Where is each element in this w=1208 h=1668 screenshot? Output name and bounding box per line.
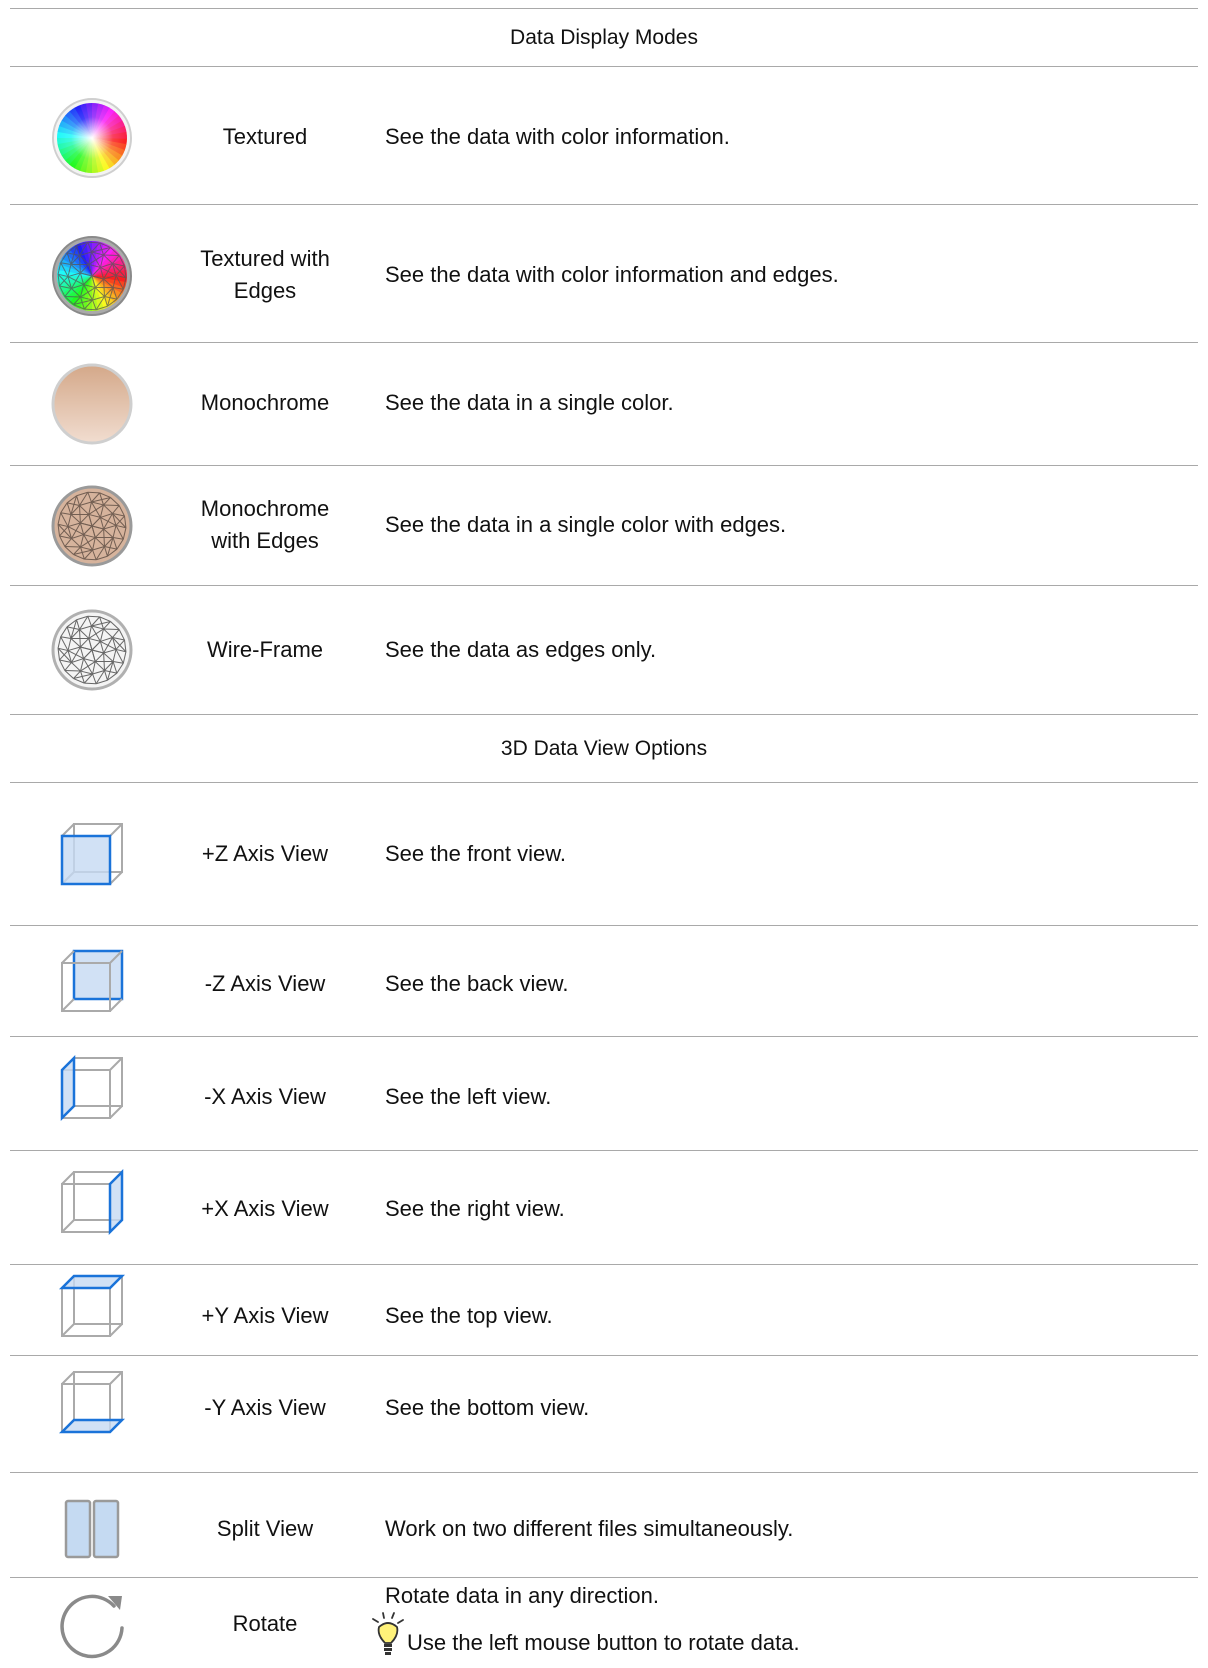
mode-description: See the data with color information and … [385,262,839,287]
cube-plus-x-icon[interactable] [50,1166,134,1250]
view-description: See the bottom view. [385,1395,590,1420]
divider [10,1577,1198,1578]
mode-name: Wire-Frame [206,637,324,662]
view-name: +Y Axis View [201,1303,329,1328]
view-name: -Y Axis View [204,1395,326,1420]
lightbulb-icon [372,1612,404,1655]
mode-description: See the data in a single color with edge… [385,512,787,537]
divider [10,1150,1198,1151]
wireframe-sphere-icon[interactable] [50,608,134,692]
divider [10,1472,1198,1473]
cube-minus-y-icon[interactable] [50,1366,134,1450]
mode-description: See the data in a single color. [385,390,674,415]
divider [10,1355,1198,1356]
view-name: -Z Axis View [204,971,326,996]
view-description: See the front view. [385,841,566,866]
divider [10,1036,1198,1037]
cube-minus-x-icon[interactable] [50,1052,134,1136]
view-name: +X Axis View [201,1196,329,1221]
section-header-display-modes: Data Display Modes [510,26,698,49]
view-description: See the top view. [385,1303,553,1328]
cube-minus-z-icon[interactable] [50,945,134,1029]
view-description: See the left view. [385,1084,552,1109]
view-description: Work on two different files simultaneous… [385,1516,794,1541]
rotate-icon[interactable] [50,1584,134,1668]
divider [10,782,1198,783]
color-wheel-icon[interactable] [50,96,134,180]
cube-plus-z-icon[interactable] [50,818,134,902]
view-name: -X Axis View [204,1084,326,1109]
view-name: Rotate [232,1611,298,1636]
cube-plus-y-icon[interactable] [50,1270,134,1354]
divider [10,714,1198,715]
view-name: +Z Axis View [201,841,329,866]
view-description: See the right view. [385,1196,565,1221]
view-description: Rotate data in any direction. [385,1583,659,1608]
mode-name: Textured with Edges [200,246,330,303]
split-view-icon[interactable] [50,1487,134,1571]
mode-name: Monochrome [200,390,330,415]
monochrome-edges-sphere-icon[interactable] [50,484,134,568]
divider [10,585,1198,586]
divider [10,465,1198,466]
divider [10,8,1198,9]
textured-edges-sphere-icon[interactable] [50,234,134,318]
section-header-view-options: 3D Data View Options [500,737,708,760]
view-description: See the back view. [385,971,569,996]
mode-name: Textured [222,124,308,149]
divider [10,925,1198,926]
divider [10,1264,1198,1265]
rotate-tip: Use the left mouse button to rotate data… [407,1630,800,1655]
divider [10,66,1198,67]
divider [10,342,1198,343]
mode-name: Monochrome with Edges [200,496,330,553]
view-name: Split View [216,1516,314,1541]
mode-description: See the data as edges only. [385,637,657,662]
mode-description: See the data with color information. [385,124,730,149]
monochrome-sphere-icon[interactable] [50,362,134,446]
divider [10,204,1198,205]
